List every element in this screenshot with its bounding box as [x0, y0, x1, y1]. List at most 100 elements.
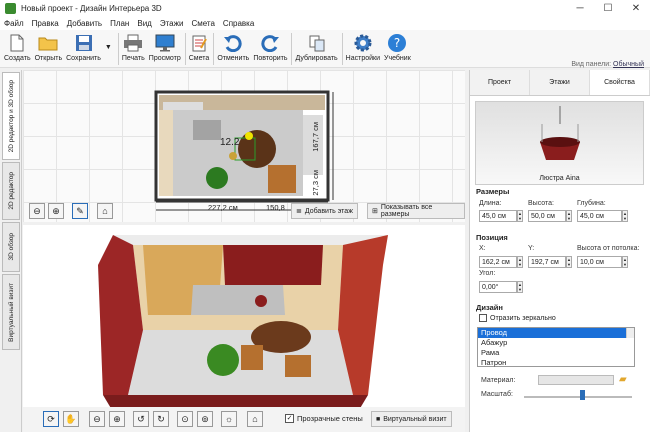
- object-preview: Люстра Aina: [475, 101, 644, 185]
- menu-view[interactable]: Вид: [133, 19, 155, 28]
- print-label: Печать: [121, 55, 145, 62]
- dimension-top: 227,2 см: [208, 203, 238, 212]
- save-button[interactable]: Сохранить: [66, 30, 101, 68]
- scale-slider-thumb[interactable]: [580, 390, 585, 400]
- parts-list[interactable]: Провод Абажур Рама Патрон: [477, 327, 635, 367]
- angle-spinner[interactable]: ▲ ▼: [517, 281, 523, 293]
- list-item[interactable]: Провод: [478, 328, 634, 338]
- home-3d-icon[interactable]: ⌂: [247, 411, 263, 427]
- home-icon[interactable]: ⌂: [97, 203, 113, 219]
- close-button[interactable]: ✕: [622, 0, 650, 17]
- x-spinner[interactable]: ▲ ▼: [517, 256, 523, 268]
- settings-button[interactable]: Настройки: [346, 30, 380, 68]
- y-input[interactable]: 192,7 см: [528, 256, 566, 268]
- zoom-out-icon[interactable]: ⊖: [29, 203, 45, 219]
- view-panel-value[interactable]: Обычный: [613, 61, 644, 68]
- ceiling-height-spinner[interactable]: ▲ ▼: [622, 256, 628, 268]
- duplicate-button[interactable]: Дублировать: [295, 30, 338, 68]
- menu-file[interactable]: Файл: [0, 19, 28, 28]
- menu-help[interactable]: Справка: [219, 19, 258, 28]
- floor-plan-drawing: [154, 90, 334, 211]
- tutorial-button[interactable]: ? Учебник: [384, 30, 411, 68]
- rotate-360-icon[interactable]: ⟳: [43, 411, 59, 427]
- angle-input[interactable]: 0,00°: [479, 281, 517, 293]
- settings-label: Настройки: [345, 55, 380, 62]
- list-item[interactable]: Абажур: [478, 338, 634, 348]
- length-input[interactable]: 45,0 см: [479, 210, 517, 222]
- scale-slider-track[interactable]: [524, 396, 632, 398]
- estimate-button[interactable]: Смета: [189, 30, 209, 68]
- plan-2d-canvas[interactable]: 12.2 227,2 см 150,8 167,7 см 27,3 см ⊖ ⊕…: [23, 70, 465, 222]
- tab-3d-view[interactable]: 3D обзор: [2, 222, 20, 272]
- zoom-out-3d-icon[interactable]: ⊖: [89, 411, 105, 427]
- size-section-title: Размеры: [476, 187, 510, 196]
- view-3d-canvas[interactable]: [23, 225, 465, 432]
- new-document-icon: [7, 33, 27, 52]
- tab-project[interactable]: Проект: [470, 70, 530, 95]
- length-spinner[interactable]: ▲ ▼: [517, 210, 523, 222]
- depth-input[interactable]: 45,0 см: [577, 210, 622, 222]
- checkbox-checked-icon[interactable]: ✓: [285, 414, 294, 423]
- toolbar-separator: [213, 33, 215, 65]
- minimize-button[interactable]: ─: [566, 0, 594, 17]
- material-swatch[interactable]: [538, 375, 614, 385]
- menu-plan[interactable]: План: [106, 19, 133, 28]
- light-bulb-icon[interactable]: ☼: [221, 411, 237, 427]
- folder-open-icon[interactable]: ▰: [619, 374, 627, 385]
- zoom-in-3d-icon[interactable]: ⊕: [109, 411, 125, 427]
- open-button[interactable]: Открыть: [35, 30, 62, 68]
- tab-2d-editor[interactable]: 2D редактор: [2, 162, 20, 220]
- y-spinner[interactable]: ▲ ▼: [566, 256, 572, 268]
- show-all-dims-button[interactable]: ⊞ Показывать все размеры: [367, 203, 465, 219]
- tab-properties[interactable]: Свойства: [590, 70, 650, 95]
- add-floor-button[interactable]: ≣ Добавить этаж: [291, 203, 358, 219]
- maximize-button[interactable]: ☐: [594, 0, 622, 17]
- zoom-in-icon[interactable]: ⊕: [48, 203, 64, 219]
- create-button[interactable]: Создать: [4, 30, 31, 68]
- redo-label: Повторить: [253, 55, 288, 62]
- hand-pan-icon[interactable]: ✋: [63, 411, 79, 427]
- ceiling-height-label: Высота от потолка:: [577, 245, 640, 252]
- chandelier-image: [540, 106, 580, 160]
- folder-icon: [38, 33, 58, 52]
- menu-estimate[interactable]: Смета: [187, 19, 218, 28]
- ceiling-height-input[interactable]: 10,0 см: [577, 256, 622, 268]
- virtual-visit-button[interactable]: ■ Виртуальный визит: [371, 411, 452, 427]
- transparent-walls-checkbox[interactable]: ✓ Прозрачные стены: [285, 414, 363, 423]
- toolbar: Создать Открыть Сохранить ▼ Печать Просм…: [0, 30, 650, 68]
- tilt-down-icon[interactable]: ⊚: [197, 411, 213, 427]
- height-spinner[interactable]: ▲ ▼: [566, 210, 572, 222]
- height-input[interactable]: 50,0 см: [528, 210, 566, 222]
- menu-edit[interactable]: Правка: [28, 19, 63, 28]
- checkbox-unchecked-icon[interactable]: [479, 314, 487, 322]
- save-dropdown-icon[interactable]: ▼: [105, 44, 112, 51]
- preview-button[interactable]: Просмотр: [149, 30, 181, 68]
- print-button[interactable]: Печать: [122, 30, 145, 68]
- tab-virtual-visit[interactable]: Виртуальный визит: [2, 274, 20, 350]
- undo-button[interactable]: Отменить: [217, 30, 249, 68]
- tab-2d-3d-editor[interactable]: 2D редактор и 3D обзор: [2, 72, 20, 160]
- duplicate-label: Дублировать: [295, 55, 338, 62]
- depth-spinner[interactable]: ▲ ▼: [622, 210, 628, 222]
- ruler-icon[interactable]: ✎: [72, 203, 88, 219]
- redo-button[interactable]: Повторить: [253, 30, 287, 68]
- x-input[interactable]: 162,2 см: [479, 256, 517, 268]
- y-label: Y:: [528, 245, 535, 252]
- list-scrollbar[interactable]: [626, 328, 634, 338]
- toolbar-separator: [341, 33, 343, 65]
- help-icon: ?: [387, 33, 407, 52]
- layers-icon: ≣: [296, 208, 302, 215]
- list-item[interactable]: Патрон: [478, 358, 634, 368]
- rotate-right-icon[interactable]: ↻: [153, 411, 169, 427]
- copy-icon: [307, 33, 327, 52]
- menu-add[interactable]: Добавить: [63, 19, 106, 28]
- rotate-left-icon[interactable]: ↺: [133, 411, 149, 427]
- view-panel-selector[interactable]: Вид панели: Обычный: [571, 61, 644, 68]
- tilt-up-icon[interactable]: ⊙: [177, 411, 193, 427]
- list-item[interactable]: Рама: [478, 348, 634, 358]
- monitor-icon: [155, 33, 175, 52]
- tab-floors[interactable]: Этажи: [530, 70, 590, 95]
- tab-virtual-visit-label: Виртуальный визит: [7, 282, 15, 342]
- menu-floors[interactable]: Этажи: [156, 19, 188, 28]
- mirror-checkbox[interactable]: Отразить зеркально: [479, 314, 556, 322]
